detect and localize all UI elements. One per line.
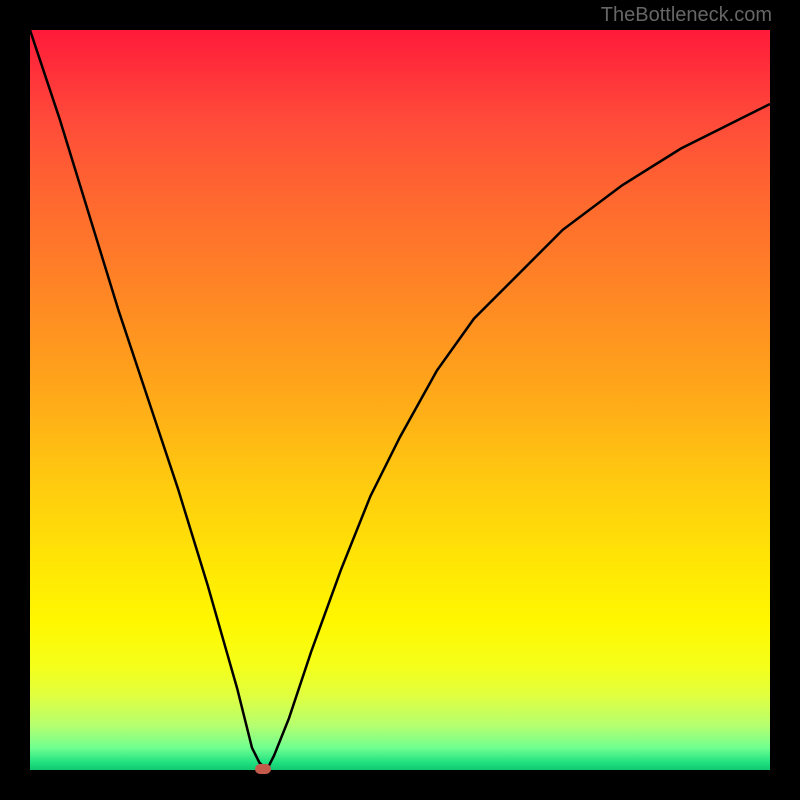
bottleneck-curve-chart: [30, 30, 770, 770]
watermark-text: TheBottleneck.com: [601, 4, 772, 27]
curve-line: [30, 30, 770, 770]
minimum-marker: [255, 764, 271, 774]
